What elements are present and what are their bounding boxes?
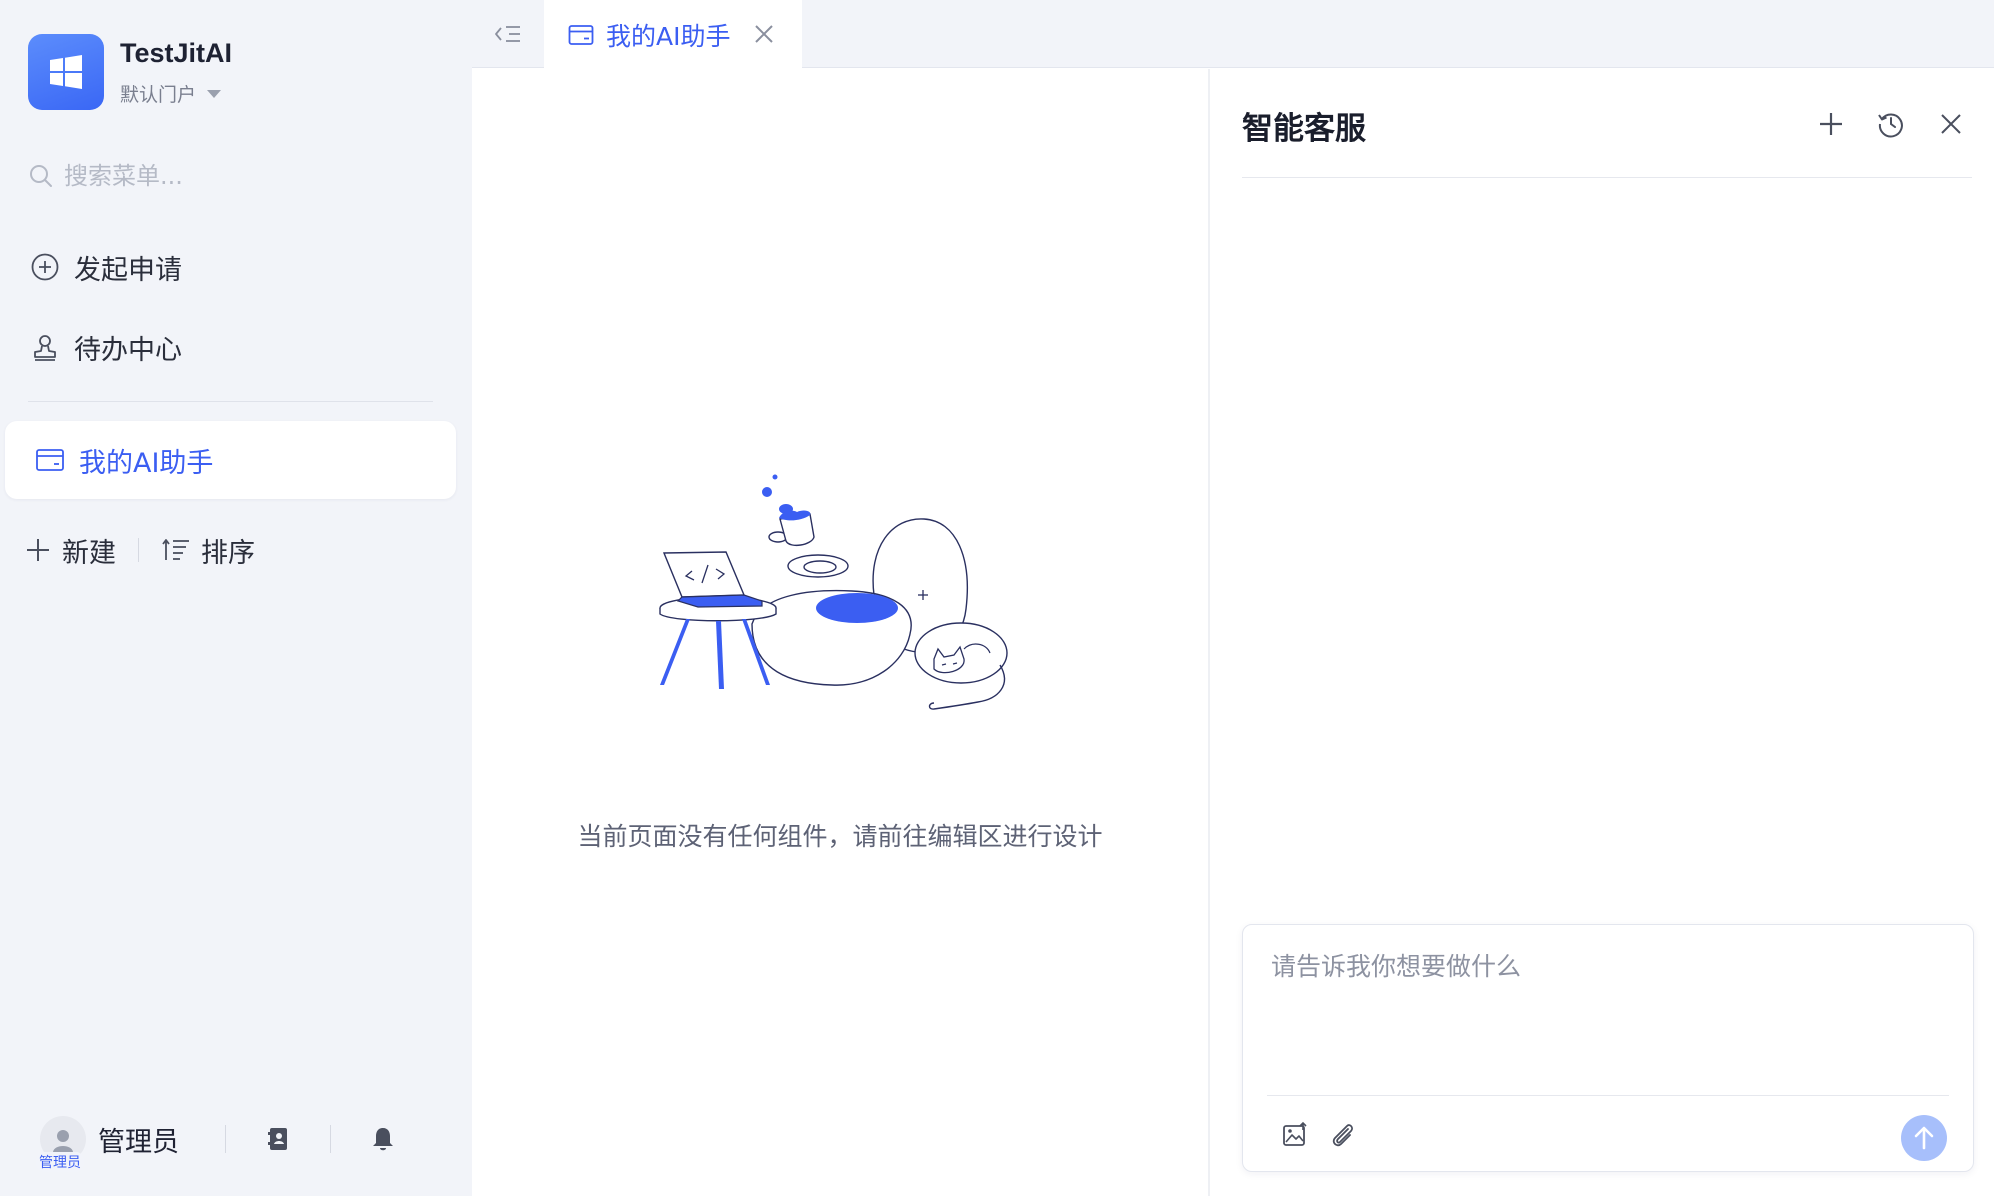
new-chat-button[interactable] (1816, 109, 1846, 139)
plus-icon (1820, 113, 1842, 135)
address-book-button[interactable] (264, 1125, 292, 1153)
footer-separator (225, 1125, 226, 1153)
history-icon (1878, 113, 1903, 138)
sort-label: 排序 (201, 537, 255, 569)
sidebar-item-label: 我的AI助手 (79, 447, 214, 479)
sort-icon (162, 539, 189, 560)
tab-ai-assistant[interactable]: 我的AI助手 (544, 0, 802, 69)
empty-state-illustration (659, 474, 1008, 710)
tab-label: 我的AI助手 (606, 21, 731, 51)
address-book-icon (268, 1128, 287, 1150)
tab-bar: 我的AI助手 (472, 0, 1994, 69)
collapse-menu-icon (495, 26, 520, 42)
close-chat-button[interactable] (1936, 109, 1966, 139)
history-button[interactable] (1876, 109, 1906, 139)
page-canvas: 当前页面没有任何组件，请前往编辑区进行设计 (472, 69, 1208, 1196)
bell-icon (373, 1128, 393, 1151)
menu-search[interactable] (28, 156, 448, 196)
chat-panel: 智能客服 (1208, 69, 1994, 1196)
windows-logo-icon (50, 55, 82, 89)
sidebar-item-label: 待办中心 (74, 334, 182, 366)
send-button[interactable] (1901, 1115, 1947, 1161)
footer-separator (330, 1125, 331, 1153)
sidebar-item-label: 发起申请 (74, 254, 182, 286)
sort-button[interactable]: 排序 (161, 531, 255, 570)
collapse-sidebar-button[interactable] (492, 18, 524, 50)
sidebar: TestJitAI 默认门户 发起申请 待办中心 (0, 0, 472, 1196)
window-icon (568, 24, 594, 45)
new-page-button[interactable]: 新建 (24, 531, 116, 570)
action-separator (138, 538, 139, 562)
portal-label: 默认门户 (120, 84, 197, 106)
close-icon[interactable] (752, 22, 776, 46)
notification-button[interactable] (369, 1125, 397, 1153)
sidebar-item-todo[interactable]: 待办中心 (30, 323, 182, 371)
chat-toolbar (1816, 109, 1966, 139)
new-label: 新建 (62, 537, 116, 569)
avatar-role-badge: 管理员 (36, 1152, 84, 1172)
caret-down-icon (207, 89, 222, 98)
avatar[interactable]: 管理员 (36, 1116, 86, 1172)
paperclip-icon (1332, 1124, 1353, 1147)
search-input[interactable] (64, 162, 444, 190)
chat-input[interactable] (1271, 947, 1947, 1087)
chat-title: 智能客服 (1242, 111, 1366, 147)
chat-header-divider (1242, 177, 1972, 178)
arrow-up-icon (1914, 1126, 1934, 1150)
attach-file-button[interactable] (1327, 1119, 1359, 1151)
close-icon (1941, 114, 1961, 134)
user-name[interactable]: 管理员 (98, 1120, 179, 1159)
composer-divider (1267, 1095, 1949, 1096)
sidebar-item-ai-assistant[interactable]: 我的AI助手 (5, 421, 456, 499)
nav-divider (28, 401, 433, 402)
sidebar-actions: 新建 排序 (24, 528, 255, 572)
plus-icon (27, 539, 49, 561)
app-name: TestJitAI (120, 38, 233, 68)
sidebar-footer: 管理员 管理员 (36, 1112, 440, 1172)
user-avatar-icon (53, 1130, 73, 1152)
upload-image-button[interactable] (1279, 1119, 1311, 1151)
window-icon (36, 449, 64, 471)
sidebar-item-apply[interactable]: 发起申请 (30, 243, 182, 291)
plus-circle-icon (31, 253, 59, 281)
search-icon (30, 165, 52, 187)
image-upload-icon (1283, 1121, 1307, 1146)
portal-selector[interactable]: 默认门户 (120, 80, 222, 107)
chat-composer (1242, 924, 1974, 1172)
empty-state-message: 当前页面没有任何组件，请前往编辑区进行设计 (577, 822, 1103, 851)
user-stamp-icon (34, 335, 56, 361)
app-logo[interactable] (28, 34, 104, 110)
